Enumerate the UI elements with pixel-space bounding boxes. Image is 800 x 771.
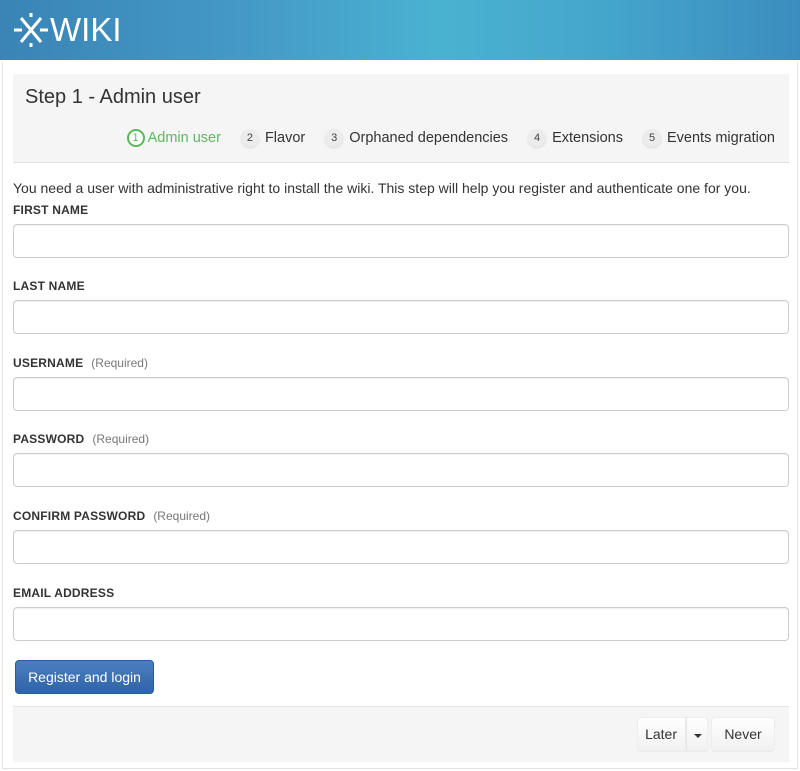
email-address-label: EMAIL ADDRESS <box>13 585 789 601</box>
label-text: PASSWORD <box>13 432 85 446</box>
email-address-input[interactable] <box>13 607 789 641</box>
label-text: CONFIRM PASSWORD <box>13 509 146 523</box>
password-label: PASSWORD (Required) <box>13 431 789 447</box>
logo-text: WIKI <box>50 11 122 48</box>
step-header: Step 1 - Admin user 1 Admin user 2 Flavo… <box>13 74 789 163</box>
step-progress: 1 Admin user 2 Flavor 3 Orphaned depende… <box>126 129 775 147</box>
step-extensions: 4 Extensions <box>528 129 623 147</box>
label-text: LAST NAME <box>13 279 85 293</box>
step-flavor: 2 Flavor <box>240 129 306 147</box>
step-label: Admin user <box>147 130 221 146</box>
step-actions: Later Never <box>637 717 775 751</box>
password-input[interactable] <box>13 453 789 487</box>
step-number: 5 <box>643 129 661 147</box>
last-name-input[interactable] <box>13 300 789 334</box>
required-hint: (Required) <box>153 509 211 523</box>
step-label: Orphaned dependencies <box>349 130 509 146</box>
confirm-password-input[interactable] <box>13 530 789 564</box>
app-header: WIKI <box>0 0 800 60</box>
label-text: FIRST NAME <box>13 203 89 217</box>
later-dropdown-toggle[interactable] <box>686 717 708 751</box>
later-button[interactable]: Later <box>637 717 686 751</box>
step-events-migration: 5 Events migration <box>643 129 775 147</box>
username-input[interactable] <box>13 377 789 411</box>
step-footer: Later Never <box>13 706 789 762</box>
page-title: Step 1 - Admin user <box>25 86 201 108</box>
last-name-label: LAST NAME <box>13 278 789 294</box>
step-number: 2 <box>240 129 259 147</box>
step-label: Extensions <box>552 130 623 146</box>
password-field: PASSWORD (Required) <box>13 431 789 487</box>
required-hint: (Required) <box>92 432 150 446</box>
first-name-field: FIRST NAME <box>13 202 789 258</box>
step-orphaned-dependencies: 3 Orphaned dependencies <box>325 129 508 147</box>
step-description: You need a user with administrative righ… <box>13 180 751 196</box>
step-number: 4 <box>528 129 547 147</box>
label-text: USERNAME <box>13 356 84 370</box>
register-and-login-button[interactable]: Register and login <box>15 660 154 694</box>
step-label: Events migration <box>667 130 775 146</box>
confirm-password-field: CONFIRM PASSWORD (Required) <box>13 508 789 564</box>
install-step-panel: Step 1 - Admin user 1 Admin user 2 Flavo… <box>2 62 798 769</box>
caret-down-icon <box>694 734 702 738</box>
xwiki-snowflake-icon <box>14 13 48 47</box>
never-button[interactable]: Never <box>711 717 775 751</box>
step-admin-user: 1 Admin user <box>126 129 221 147</box>
username-field: USERNAME (Required) <box>13 355 789 411</box>
first-name-input[interactable] <box>13 224 789 258</box>
confirm-password-label: CONFIRM PASSWORD (Required) <box>13 508 789 524</box>
xwiki-logo[interactable]: WIKI <box>14 12 122 48</box>
email-address-field: EMAIL ADDRESS <box>13 585 789 641</box>
required-hint: (Required) <box>91 356 148 370</box>
step-label: Flavor <box>264 130 306 146</box>
first-name-label: FIRST NAME <box>13 202 789 218</box>
step-number: 1 <box>126 129 145 147</box>
step-number: 3 <box>325 129 344 147</box>
username-label: USERNAME (Required) <box>13 355 789 371</box>
label-text: EMAIL ADDRESS <box>13 586 115 600</box>
last-name-field: LAST NAME <box>13 278 789 334</box>
